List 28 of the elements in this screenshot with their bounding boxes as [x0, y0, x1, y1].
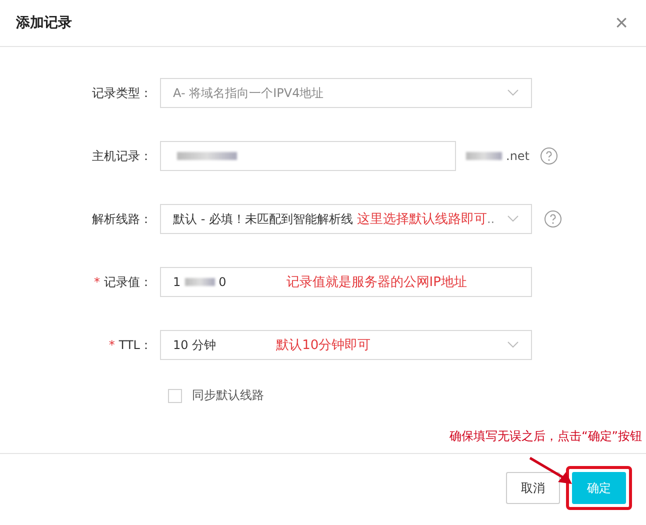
close-button[interactable]: ×: [613, 12, 630, 34]
input-field[interactable]: [160, 141, 456, 171]
annotation-text: 默认10分钟即可: [276, 337, 371, 354]
redaction-mark: [466, 152, 502, 160]
field-label: 记录值：: [104, 274, 152, 290]
field-label: TTL：: [118, 336, 152, 354]
checkbox-label: 同步默认线路: [192, 387, 264, 404]
caret-icon: [507, 215, 519, 223]
field-label: 解析线路：: [92, 210, 152, 228]
annotation-text: 记录值就是服务器的公网IP地址: [286, 274, 467, 291]
annotation-text: 这里选择默认线路即可: [356, 211, 487, 228]
caret-icon: [507, 89, 519, 97]
cancel-button[interactable]: 取消: [506, 472, 560, 504]
help-icon[interactable]: [540, 147, 558, 165]
required-mark: *: [94, 275, 100, 289]
caret-icon: [507, 341, 519, 349]
input-field[interactable]: 1 0 记录值就是服务器的公网IP地址: [160, 267, 532, 297]
help-icon[interactable]: [544, 210, 562, 228]
domain-suffix: .net: [506, 149, 530, 163]
dialog-title: 添加记录: [16, 14, 72, 32]
required-mark: *: [108, 338, 115, 352]
select-field[interactable]: 默认 - 必填！未匹配到智能解析线 这里选择默认线路即可..: [160, 204, 532, 234]
select-field[interactable]: 10 分钟 默认10分钟即可: [160, 330, 532, 360]
checkbox[interactable]: [168, 388, 182, 402]
field-label: 主机记录：: [92, 148, 152, 164]
annotation-text: 确保填写无误之后，点击“确定”按钮: [450, 428, 642, 445]
field-label: 记录类型：: [92, 84, 152, 102]
select-field[interactable]: A- 将域名指向一个IPV4地址: [160, 78, 532, 108]
